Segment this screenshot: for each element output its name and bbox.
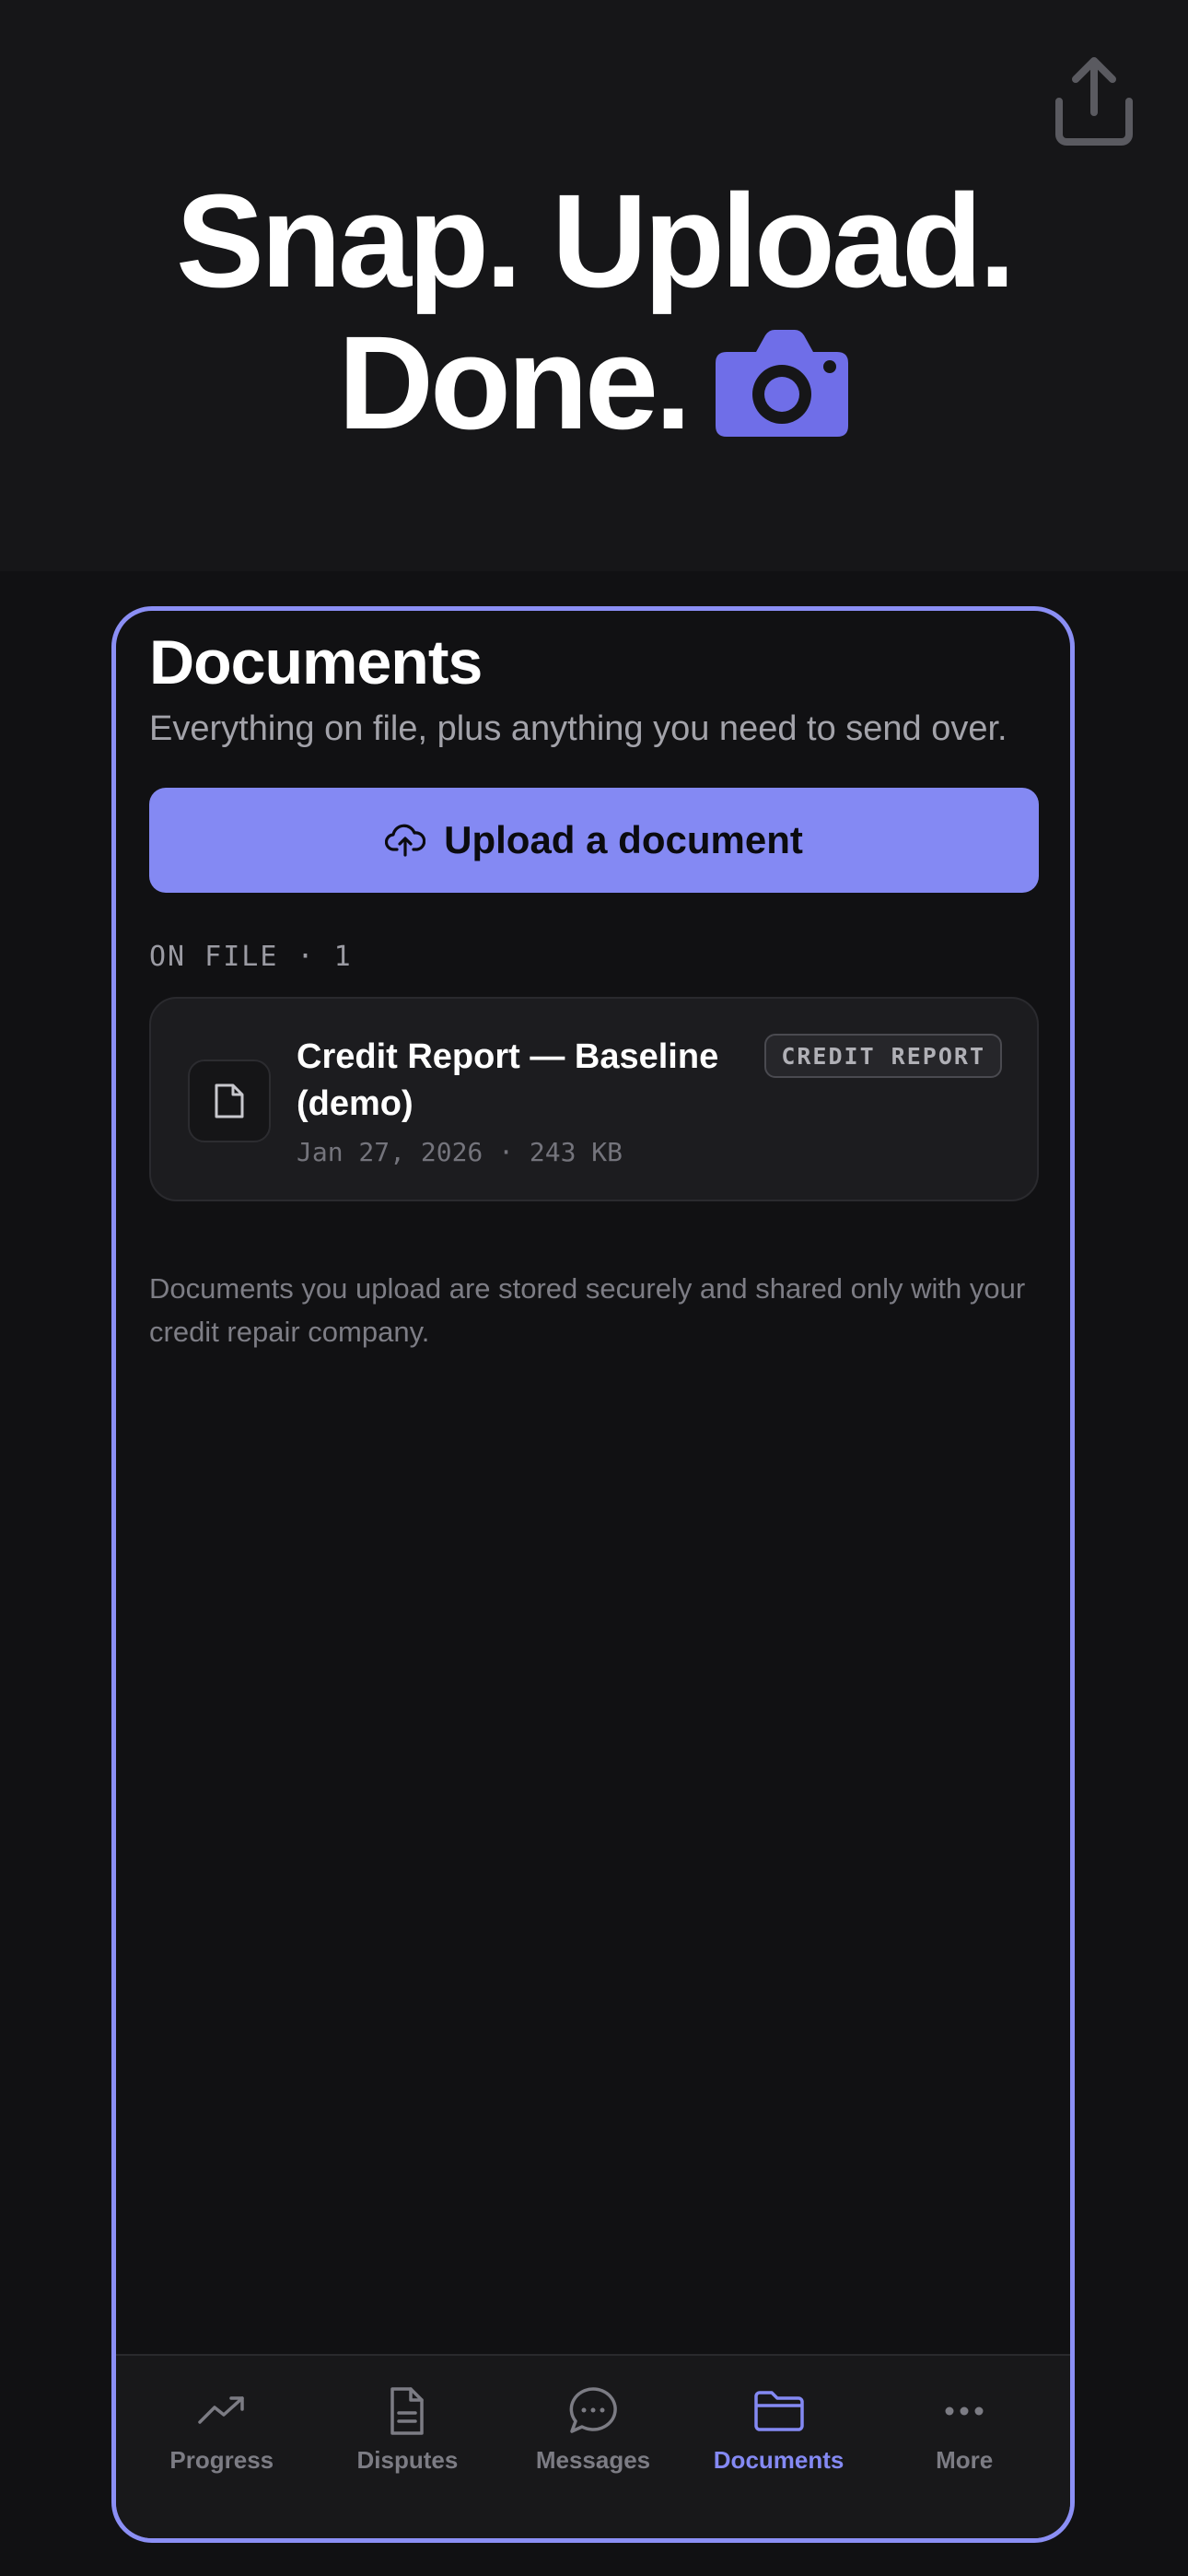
more-dots-icon [945, 2406, 984, 2416]
chat-bubble-icon [569, 2387, 617, 2433]
tab-documents[interactable]: Documents [687, 2356, 871, 2538]
security-footnote: Documents you upload are stored securely… [149, 1272, 1026, 1348]
tab-messages[interactable]: Messages [501, 2356, 685, 2538]
file-icon [188, 1060, 271, 1143]
on-file-section-label: ON FILE · 1 [149, 941, 353, 974]
cloud-upload-icon [385, 824, 426, 857]
tab-more[interactable]: More [872, 2356, 1056, 2538]
document-list-item[interactable]: Credit Report — Baseline (demo) Jan 27, … [149, 997, 1039, 1202]
tab-label: Messages [535, 2446, 651, 2474]
tab-progress[interactable]: Progress [130, 2356, 314, 2538]
tab-disputes[interactable]: Disputes [315, 2356, 499, 2538]
document-name: Credit Report — Baseline (demo) [297, 1037, 719, 1123]
tab-label: Documents [713, 2446, 844, 2474]
tab-label: More [936, 2446, 994, 2474]
documents-content: Documents Everything on file, plus anyth… [149, 624, 1039, 1353]
tab-label: Progress [169, 2446, 274, 2474]
upload-document-button[interactable]: Upload a document [149, 788, 1039, 894]
hero-headline-done: Done. [337, 309, 692, 457]
hero-headline-line1: Snap. Upload. [175, 167, 1016, 315]
document-icon [390, 2387, 425, 2435]
share-button[interactable] [1052, 55, 1136, 147]
hero-banner: Snap. Upload. Done. [0, 0, 1188, 571]
page-subtitle: Everything on file, plus anything you ne… [149, 709, 1007, 748]
hero-headline-line2: Done. [0, 317, 1188, 450]
page-title: Documents [149, 627, 483, 697]
tab-label: Disputes [356, 2446, 459, 2474]
camera-icon [716, 330, 848, 437]
trending-up-icon [198, 2396, 244, 2424]
document-type-badge: CREDIT REPORT [764, 1034, 1002, 1079]
folder-icon [753, 2391, 804, 2431]
upload-button-label: Upload a document [444, 818, 803, 862]
share-icon [1055, 57, 1133, 146]
app-screen: Documents Everything on file, plus anyth… [111, 606, 1075, 2543]
document-meta: Jan 27, 2026 · 243 KB [297, 1137, 623, 1168]
bottom-tab-bar: Progress Disputes Messages Documents Mor… [116, 2354, 1070, 2538]
